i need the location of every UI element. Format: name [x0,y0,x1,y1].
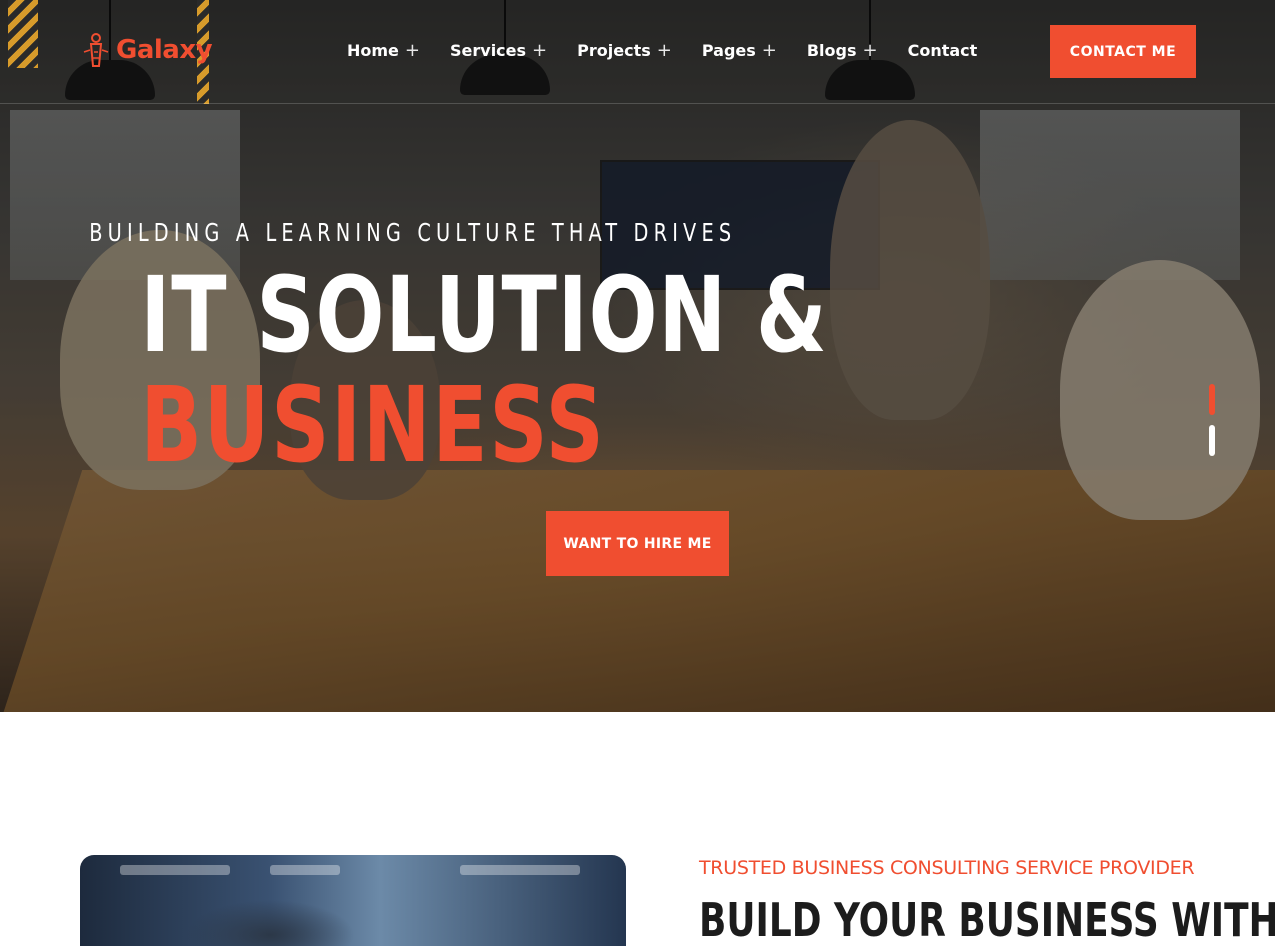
hero-subtitle: BUILDING A LEARNING CULTURE THAT DRIVES [89,218,737,247]
nav-item-label: Contact [907,41,978,60]
hero-title-line2: BUSINESS [140,364,606,486]
site-header: Galaxy Home + Services + Projects + Page… [0,0,1275,104]
nav-item-projects[interactable]: Projects + [577,40,672,61]
nav-item-label: Pages [701,41,756,60]
contact-me-button[interactable]: CONTACT ME [1050,25,1196,78]
plus-icon: + [404,40,420,61]
slider-dot-active[interactable] [1209,384,1215,415]
nav-item-blogs[interactable]: Blogs + [807,40,878,61]
brand-name: Galaxy [116,35,213,65]
nav-item-label: Home [347,41,399,60]
nav-item-services[interactable]: Services + [450,40,547,61]
about-image [80,855,626,946]
nav-item-label: Services [450,41,527,60]
plus-icon: + [862,40,878,61]
main-navigation: Home + Services + Projects + Pages + Blo… [347,40,1007,61]
about-heading: BUILD YOUR BUSINESS WITH [699,893,1275,946]
hire-me-button[interactable]: WANT TO HIRE ME [546,511,729,576]
about-tagline: TRUSTED BUSINESS CONSULTING SERVICE PROV… [699,857,1195,879]
lighthouse-icon [83,33,109,67]
nav-item-home[interactable]: Home + [347,40,420,61]
nav-item-label: Projects [577,41,651,60]
nav-item-pages[interactable]: Pages + [702,40,777,61]
plus-icon: + [532,40,548,61]
slider-dot[interactable] [1209,425,1215,456]
site-logo[interactable]: Galaxy [82,32,213,68]
plus-icon: + [656,40,672,61]
nav-item-label: Blogs [806,41,857,60]
nav-item-contact[interactable]: Contact [908,40,978,61]
plus-icon: + [761,40,777,61]
